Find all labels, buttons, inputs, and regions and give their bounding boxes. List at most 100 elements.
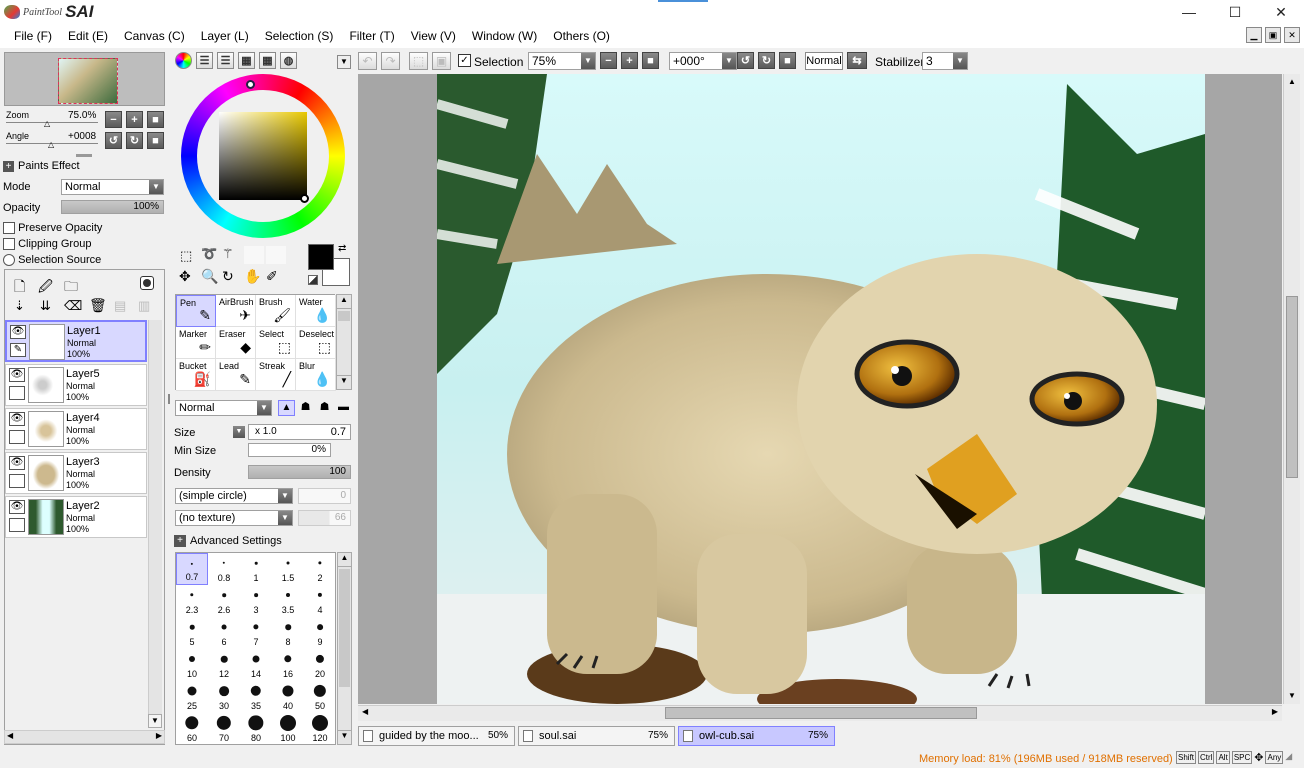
layer-mask-icon[interactable]	[140, 276, 154, 290]
zoom-slider[interactable]	[6, 122, 98, 123]
tool-water[interactable]: Water 💧	[296, 295, 336, 327]
redo-button[interactable]: ↷	[381, 52, 400, 70]
canvas-vscrollbar[interactable]: ▲ ▼	[1283, 74, 1300, 704]
pen-lock-icon[interactable]	[9, 430, 25, 444]
brush-size-preset[interactable]: 6	[208, 617, 240, 649]
magic-wand-icon[interactable]: ⚚	[222, 246, 234, 262]
brush-size-preset[interactable]: 16	[272, 649, 304, 681]
brush-size-preset[interactable]: 50	[304, 681, 335, 713]
brush-size-preset[interactable]: 4	[304, 585, 335, 617]
canvas-hscrollbar[interactable]: ◀ ▶	[358, 705, 1282, 721]
zoom-icon[interactable]: 🔍	[201, 268, 218, 285]
layer-item[interactable]: 👁 Layer5 Normal 100%	[5, 364, 147, 406]
canvas-zoom-reset-button[interactable]: ■	[642, 52, 659, 69]
brush-size-preset[interactable]: 2	[304, 553, 335, 585]
mdi-restore-button[interactable]: ▣	[1265, 27, 1281, 43]
menu-window[interactable]: Window (W)	[464, 24, 545, 48]
brush-size-preset[interactable]: 30	[208, 681, 240, 713]
primary-color-swatch[interactable]	[308, 244, 334, 270]
brush-size-preset[interactable]: 35	[240, 681, 272, 713]
opacity-slider[interactable]: 100%	[61, 200, 164, 214]
apply-mask-icon[interactable]: ▤	[114, 298, 126, 314]
brush-size-preset[interactable]: 2.3	[176, 585, 208, 617]
stabilizer-select[interactable]: 3 ▼	[922, 52, 968, 70]
brush-size-preset[interactable]: 10	[176, 649, 208, 681]
menu-edit[interactable]: Edit (E)	[60, 24, 116, 48]
rotate-ccw-button[interactable]: ↺	[105, 132, 122, 149]
tool-streak[interactable]: Streak ╱	[256, 359, 296, 391]
rotate-reset-button[interactable]: ■	[147, 132, 164, 149]
brush-size-preset[interactable]: 14	[240, 649, 272, 681]
brush-size-preset[interactable]: 9	[304, 617, 335, 649]
brush-size-preset[interactable]: 70	[208, 713, 240, 744]
tool-airbrush[interactable]: AirBrush ✈	[216, 295, 256, 327]
hue-marker[interactable]	[246, 80, 255, 89]
doc-tab[interactable]: owl-cub.sai 75%	[678, 726, 835, 746]
eye-icon[interactable]: 👁	[9, 500, 25, 514]
brush-size-preset[interactable]: 3	[240, 585, 272, 617]
layer-hscrollbar[interactable]: ◀ ▶	[4, 730, 165, 744]
flat-edge-icon[interactable]: ▬	[335, 400, 352, 416]
menu-canvas[interactable]: Canvas (C)	[116, 24, 193, 48]
rotate-icon[interactable]: ↻	[222, 268, 234, 285]
brush-size-preset[interactable]: 2.6	[208, 585, 240, 617]
canvas-rotate-ccw-button[interactable]: ↺	[737, 52, 754, 69]
menu-others[interactable]: Others (O)	[545, 24, 618, 48]
navigator-viewport[interactable]	[58, 58, 118, 104]
hand-icon[interactable]: ✋	[244, 268, 261, 285]
eye-icon[interactable]: 👁	[9, 456, 25, 470]
zoom-out-button[interactable]: −	[105, 111, 122, 128]
new-linework-layer-icon[interactable]: 🖉	[38, 276, 53, 300]
invert-selection-button[interactable]: ▣	[432, 52, 451, 70]
brush-size-scrollbar[interactable]: ▲ ▼	[337, 552, 352, 745]
close-button[interactable]: ✕	[1258, 0, 1304, 24]
brush-size-preset[interactable]: 40	[272, 681, 304, 713]
tool-pen[interactable]: Pen ✎	[176, 295, 216, 327]
undo-button[interactable]: ↶	[358, 52, 377, 70]
tool-brush[interactable]: Brush 🖌	[256, 295, 296, 327]
canvas-rotate-cw-button[interactable]: ↻	[758, 52, 775, 69]
tool-scrollbar[interactable]: ▲ ▼	[336, 294, 352, 390]
new-layer-icon[interactable]: 🗋	[14, 276, 25, 300]
layer-item[interactable]: 👁 ✎ Layer1 Normal 100%	[5, 320, 147, 362]
eyedropper-icon[interactable]: ✐	[266, 268, 278, 285]
move-icon[interactable]: ✥	[179, 268, 191, 285]
tool-deselect[interactable]: Deselect ⬚	[296, 327, 336, 359]
canvas-zoom-select[interactable]: 75% ▼	[528, 52, 596, 70]
panel-splitter[interactable]	[76, 154, 92, 157]
angle-slider-thumb[interactable]: △	[48, 140, 54, 149]
brush-size-preset[interactable]: 8	[272, 617, 304, 649]
advanced-settings-expand-icon[interactable]: +	[174, 535, 186, 547]
transparent-color-icon[interactable]	[308, 275, 318, 285]
user-swatches-tab[interactable]: ▦	[259, 52, 276, 69]
brush-size-preset[interactable]: 0.8	[208, 553, 240, 585]
texture-strength-slider[interactable]: 66	[298, 510, 351, 526]
min-size-slider[interactable]: 0%	[248, 443, 331, 457]
mdi-minimize-button[interactable]: ▁	[1246, 27, 1262, 43]
navigator-preview[interactable]	[4, 52, 165, 106]
pen-lock-icon[interactable]	[9, 474, 25, 488]
menu-view[interactable]: View (V)	[403, 24, 464, 48]
preserve-opacity-checkbox[interactable]: Preserve Opacity	[3, 222, 102, 235]
eye-icon[interactable]: 👁	[10, 325, 26, 339]
doc-tab[interactable]: guided by the moo... 50%	[358, 726, 515, 746]
size-slider[interactable]: x 1.0 0.7	[248, 424, 351, 440]
rotate-cw-button[interactable]: ↻	[126, 132, 143, 149]
brush-size-preset[interactable]: 80	[240, 713, 272, 744]
tool-lead[interactable]: Lead ✎	[216, 359, 256, 391]
brush-size-preset[interactable]: 1.5	[272, 553, 304, 585]
selection-visibility-checkbox[interactable]: ✓	[458, 54, 471, 67]
brush-size-preset[interactable]: 5	[176, 617, 208, 649]
tool-select[interactable]: Select ⬚	[256, 327, 296, 359]
doc-tab[interactable]: soul.sai 75%	[518, 726, 675, 746]
transfer-down-icon[interactable]: ⇣	[14, 298, 25, 314]
rect-select-icon[interactable]: ⬚	[180, 248, 192, 264]
eye-icon[interactable]: 👁	[9, 368, 25, 382]
panel-splitter-vertical[interactable]	[168, 394, 170, 404]
brush-size-preset[interactable]: 25	[176, 681, 208, 713]
layer-scroll-down-button[interactable]: ▼	[148, 714, 162, 728]
brush-size-preset[interactable]: 1	[240, 553, 272, 585]
zoom-in-button[interactable]: +	[126, 111, 143, 128]
color-panel-menu-button[interactable]: ▼	[337, 55, 351, 69]
canvas-zoom-out-button[interactable]: −	[600, 52, 617, 69]
